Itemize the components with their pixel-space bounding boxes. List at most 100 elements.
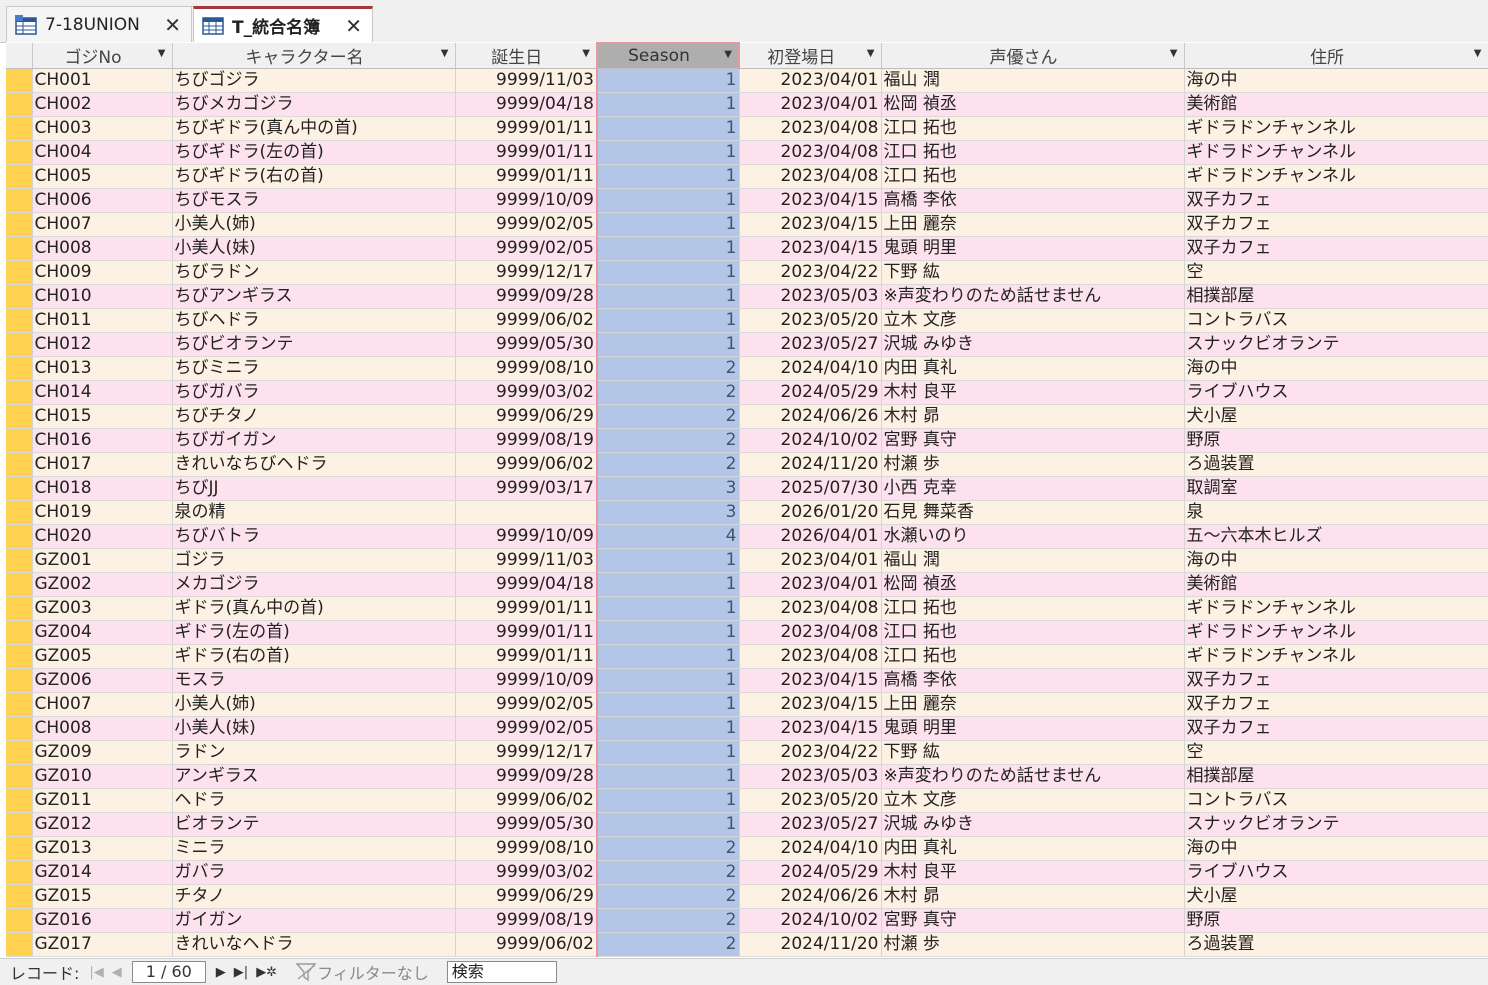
cell-character-name[interactable]: ラドン [172,740,456,765]
cell-birthday[interactable]: 9999/02/05 [455,716,598,741]
cell-season[interactable]: 1 [596,140,740,165]
filter-status[interactable]: フィルターなし [295,960,429,984]
cell-character-name[interactable]: ちびモスラ [172,188,456,213]
table-row[interactable]: CH017 きれいなちびヘドラ 9999/06/02 2 2024/11/20 村瀬 歩ろ… [6,452,1488,477]
cell-gojino[interactable]: GZ016 [32,908,173,933]
cell-gojino[interactable]: GZ015 [32,884,173,909]
cell-character-name[interactable]: ちびギドラ(左の首) [172,140,456,165]
cell-character-name[interactable]: ちびガイガン [172,428,456,453]
cell-voice-actor[interactable]: 沢城 みゆき [881,812,1185,837]
cell-first-appearance[interactable]: 2024/05/29 [739,860,882,885]
last-record-icon[interactable]: ▶| [234,965,248,980]
cell-birthday[interactable]: 9999/01/11 [455,620,598,645]
cell-voice-actor[interactable]: 鬼頭 明里 [881,236,1185,261]
table-row[interactable]: GZ002 メカゴジラ 9999/04/18 1 2023/04/01 松岡 禎丞 美術館 [6,572,1488,597]
cell-first-appearance[interactable]: 2023/05/20 [739,788,882,813]
cell-first-appearance[interactable]: 2024/05/29 [739,380,882,405]
record-selector[interactable] [6,308,33,333]
cell-voice-actor[interactable]: 木村 昴 [881,404,1185,429]
cell-voice-actor[interactable]: 鬼頭 明里 [881,716,1185,741]
dropdown-arrow-icon[interactable]: ▼ [1474,48,1482,59]
cell-character-name[interactable]: ちびゴジラ [172,68,456,93]
cell-voice-actor[interactable]: 宮野 真守 [881,908,1185,933]
cell-season[interactable]: 1 [596,164,740,189]
cell-birthday[interactable]: 9999/06/02 [455,932,598,957]
cell-character-name[interactable]: きれいなヘドラ [172,932,456,957]
cell-birthday[interactable]: 9999/01/11 [455,596,598,621]
cell-voice-actor[interactable]: 木村 昴 [881,884,1185,909]
cell-season[interactable]: 2 [596,404,740,429]
table-row[interactable]: CH008 小美人(妹) 9999/02/05 1 2023/04/15 鬼頭 明里 双子カ… [6,716,1488,741]
table-row[interactable]: CH013 ちびミニラ 9999/08/10 2 2024/04/10 内田 真礼 海の中 [6,356,1488,381]
cell-season[interactable]: 4 [596,524,740,549]
table-row[interactable]: GZ013 ミニラ 9999/08/10 2 2024/04/10 内田 真礼 海の中 [6,836,1488,861]
cell-address[interactable]: 海の中 [1184,68,1488,93]
table-row[interactable]: CH018 ちびJJ 9999/03/17 3 2025/07/30 小西 克幸 取調室 [6,476,1488,501]
cell-address[interactable]: 美術館 [1184,572,1488,597]
cell-gojino[interactable]: CH012 [32,332,173,357]
cell-birthday[interactable]: 9999/09/28 [455,284,598,309]
cell-character-name[interactable]: チタノ [172,884,456,909]
cell-first-appearance[interactable]: 2023/04/15 [739,212,882,237]
cell-voice-actor[interactable]: 下野 紘 [881,740,1185,765]
cell-address[interactable]: 美術館 [1184,92,1488,117]
column-header-character-name[interactable]: キャラクター名 ▼ [172,43,456,69]
cell-first-appearance[interactable]: 2024/10/02 [739,908,882,933]
cell-address[interactable]: 双子カフェ [1184,692,1488,717]
cell-address[interactable]: 海の中 [1184,548,1488,573]
record-selector[interactable] [6,452,33,477]
cell-birthday[interactable]: 9999/05/30 [455,332,598,357]
record-selector[interactable] [6,188,33,213]
table-row[interactable]: CH004 ちびギドラ(左の首) 9999/01/11 1 2023/04/08 江口 拓… [6,140,1488,165]
cell-gojino[interactable]: CH020 [32,524,173,549]
cell-first-appearance[interactable]: 2024/10/02 [739,428,882,453]
cell-voice-actor[interactable]: 石見 舞菜香 [881,500,1185,525]
cell-voice-actor[interactable]: 福山 潤 [881,68,1185,93]
cell-voice-actor[interactable]: 上田 麗奈 [881,212,1185,237]
table-row[interactable]: CH011 ちびヘドラ 9999/06/02 1 2023/05/20 立木 文彦 コントラ… [6,308,1488,333]
cell-character-name[interactable]: ギドラ(右の首) [172,644,456,669]
cell-first-appearance[interactable]: 2023/04/15 [739,716,882,741]
cell-birthday[interactable]: 9999/04/18 [455,572,598,597]
record-selector[interactable] [6,788,33,813]
table-row[interactable]: GZ005 ギドラ(右の首) 9999/01/11 1 2023/04/08 江口 拓也ギ… [6,644,1488,669]
column-header-gojino[interactable]: ゴジNo ▼ [32,43,173,69]
cell-birthday[interactable]: 9999/08/19 [455,428,598,453]
record-selector[interactable] [6,596,33,621]
cell-voice-actor[interactable]: 立木 文彦 [881,788,1185,813]
cell-gojino[interactable]: CH003 [32,116,173,141]
select-all-corner[interactable] [6,43,33,69]
cell-address[interactable]: ギドラドンチャンネル [1184,116,1488,141]
record-selector[interactable] [6,212,33,237]
cell-address[interactable]: 相撲部屋 [1184,284,1488,309]
cell-season[interactable]: 2 [596,932,740,957]
cell-gojino[interactable]: GZ009 [32,740,173,765]
record-selector[interactable] [6,356,33,381]
cell-character-name[interactable]: ビオランテ [172,812,456,837]
cell-character-name[interactable]: きれいなちびヘドラ [172,452,456,477]
cell-first-appearance[interactable]: 2024/11/20 [739,452,882,477]
record-selector[interactable] [6,92,33,117]
cell-voice-actor[interactable]: 村瀬 歩 [881,452,1185,477]
cell-voice-actor[interactable]: 内田 真礼 [881,356,1185,381]
cell-character-name[interactable]: ちびミニラ [172,356,456,381]
table-row[interactable]: GZ004 ギドラ(左の首) 9999/01/11 1 2023/04/08 江口 拓也ギ… [6,620,1488,645]
cell-gojino[interactable]: GZ014 [32,860,173,885]
cell-voice-actor[interactable]: 高橋 李依 [881,188,1185,213]
cell-birthday[interactable]: 9999/01/11 [455,644,598,669]
dropdown-arrow-icon[interactable]: ▼ [724,49,732,60]
cell-gojino[interactable]: CH010 [32,284,173,309]
table-row[interactable]: GZ006 モスラ 9999/10/09 1 2023/04/15 高橋 李依 双子カフェ [6,668,1488,693]
cell-address[interactable]: ろ過装置 [1184,452,1488,477]
cell-first-appearance[interactable]: 2023/04/01 [739,92,882,117]
cell-character-name[interactable]: ちびチタノ [172,404,456,429]
record-selector[interactable] [6,572,33,597]
cell-voice-actor[interactable]: 江口 拓也 [881,116,1185,141]
dropdown-arrow-icon[interactable]: ▼ [1170,48,1178,59]
cell-first-appearance[interactable]: 2023/04/08 [739,620,882,645]
cell-first-appearance[interactable]: 2023/04/08 [739,140,882,165]
cell-character-name[interactable]: ちびガバラ [172,380,456,405]
cell-first-appearance[interactable]: 2023/04/01 [739,572,882,597]
cell-gojino[interactable]: CH007 [32,692,173,717]
column-header-first-appearance[interactable]: 初登場日 ▼ [739,43,882,69]
